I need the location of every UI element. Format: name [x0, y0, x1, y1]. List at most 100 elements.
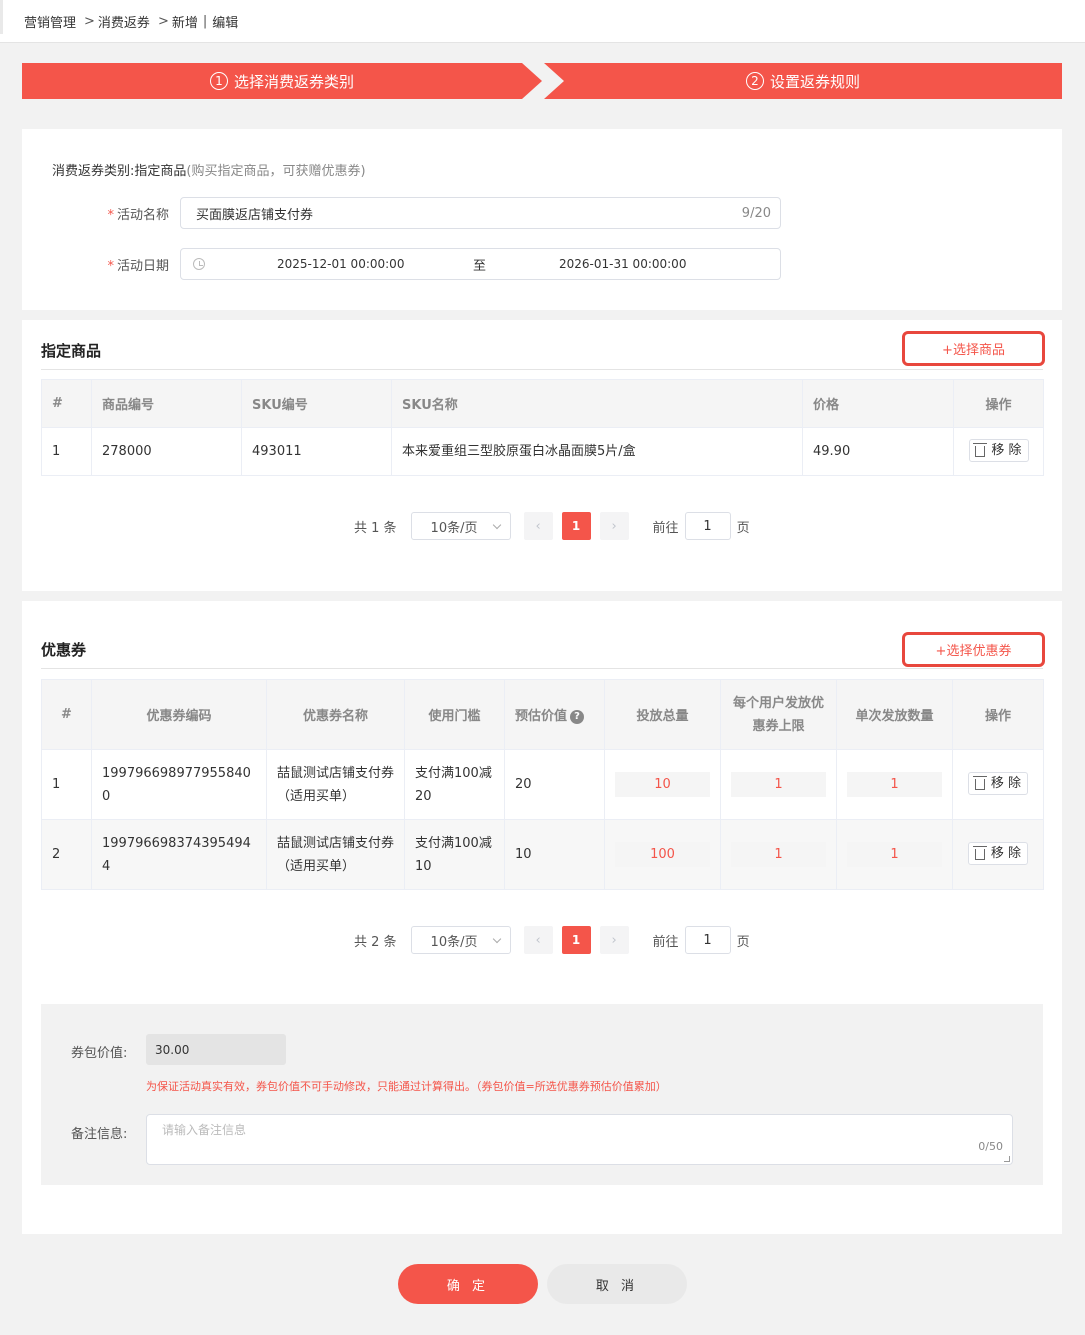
row-index: 1 [41, 427, 92, 476]
date-end[interactable]: 2026-01-31 00:00:00 [559, 257, 686, 271]
page-number-current[interactable]: 1 [561, 926, 591, 954]
per-issue-count-input[interactable]: 1 [847, 772, 942, 797]
coupon-name: 喆鼠测试店铺支付券（适用买单） [266, 819, 405, 890]
required-mark: * [107, 207, 114, 223]
breadcrumb-item-rebate[interactable]: 消费返券 [98, 12, 150, 31]
pagination-total: 共 2 条 [354, 934, 397, 950]
trash-icon [973, 443, 988, 457]
col-index: # [41, 379, 92, 428]
prev-page-button[interactable]: ‹ [523, 512, 553, 540]
goods-pagination: 共 1 条 10条/页 ‹ 1 › 前往 1 页 [354, 512, 750, 540]
step-label-1: 选择消费返券类别 [233, 72, 354, 91]
coupon-card: 优惠券 +选择优惠券 # 优惠券编码 优惠券名称 使用门槛 预估价值? 投放总量… [22, 601, 1062, 1234]
step-select-category[interactable]: 1 选择消费返券类别 [22, 63, 542, 99]
page-unit-label: 页 [736, 934, 750, 950]
page-size-select[interactable]: 10条/页 [410, 926, 511, 954]
table-row: 1 1997966989779558400 喆鼠测试店铺支付券（适用买单） 支付… [41, 749, 1044, 820]
coupon-name: 喆鼠测试店铺支付券（适用买单） [266, 749, 405, 820]
row-index: 2 [41, 819, 92, 890]
breadcrumb-item-new: 新增 [171, 15, 198, 31]
resize-handle-icon[interactable] [1004, 1156, 1010, 1162]
price: 49.90 [802, 427, 954, 476]
designated-goods-card: 指定商品 +选择商品 # 商品编号 SKU编号 SKU名称 价格 操作 1 27… [22, 320, 1062, 591]
row-index: 1 [41, 749, 92, 820]
remark-counter: 0/50 [978, 1140, 1003, 1153]
per-issue-count-cell: 1 [836, 819, 953, 890]
required-mark: * [107, 258, 114, 274]
package-value-field: 30.00 [146, 1034, 286, 1065]
activity-date-range-picker[interactable]: 2025-12-01 00:00:00 至 2026-01-31 00:00:0… [180, 248, 781, 280]
col-goods-no: 商品编号 [91, 379, 242, 428]
coupon-section-title: 优惠券 [41, 641, 87, 659]
pagination-total: 共 1 条 [354, 520, 397, 536]
remark-textarea[interactable] [147, 1115, 1012, 1164]
action-cell: 移 除 [953, 427, 1044, 476]
package-value-warning: 为保证活动真实有效，券包价值不可手动修改，只能通过计算得出。（券包价值=所选优惠… [146, 1080, 667, 1093]
step-number-1: 1 [209, 72, 228, 90]
col-total-amount: 投放总量 [604, 679, 721, 750]
step-number-2: 2 [745, 72, 764, 90]
rebate-type-label: 消费返券类别: [52, 164, 135, 179]
basic-info-card: 消费返券类别:指定商品(购买指定商品，可获赠优惠券) * 活动名称 买面膜返店铺支… [22, 129, 1062, 310]
goods-section-divider [41, 369, 1043, 370]
col-price: 价格 [802, 379, 954, 428]
col-sku-name: SKU名称 [391, 379, 803, 428]
table-row: 1 278000 493011 本来爱重组三型胶原蛋白冰晶面膜5片/盒 49.9… [41, 427, 1044, 476]
table-row: 2 1997966983743954944 喆鼠测试店铺支付券（适用买单） 支付… [41, 819, 1044, 890]
select-goods-label: +选择商品 [942, 343, 1005, 358]
coupon-estimated-value: 10 [504, 819, 605, 890]
page-size-select[interactable]: 10条/页 [410, 512, 511, 540]
remove-goods-button[interactable]: 移 除 [968, 439, 1029, 462]
col-estimated-value: 预估价值? [504, 679, 605, 750]
total-amount-cell: 100 [604, 819, 721, 890]
clock-icon [193, 258, 205, 270]
goto-page-input[interactable]: 1 [684, 512, 731, 540]
step-bar: 1 选择消费返券类别 2 设置返券规则 [22, 63, 1062, 99]
activity-date-label: * 活动日期 [107, 258, 169, 274]
select-coupon-button[interactable]: +选择优惠券 [902, 632, 1045, 667]
trash-icon [972, 776, 987, 790]
cancel-button[interactable]: 取 消 [547, 1264, 687, 1304]
remark-field: 0/50 [146, 1114, 1013, 1165]
step-set-rules[interactable]: 2 设置返券规则 [544, 63, 1062, 99]
confirm-button[interactable]: 确 定 [398, 1264, 538, 1304]
help-icon[interactable]: ? [570, 709, 585, 724]
prev-page-button[interactable]: ‹ [523, 926, 553, 954]
date-start[interactable]: 2025-12-01 00:00:00 [277, 257, 404, 271]
goods-table: # 商品编号 SKU编号 SKU名称 价格 操作 1 278000 493011… [41, 379, 1044, 476]
col-coupon-code: 优惠券编码 [91, 679, 267, 750]
next-page-button[interactable]: › [599, 512, 629, 540]
page-number-current[interactable]: 1 [561, 512, 591, 540]
remove-coupon-button[interactable]: 移 除 [968, 842, 1028, 865]
activity-date-row: * 活动日期 2025-12-01 00:00:00 至 2026-01-31 0… [52, 248, 781, 280]
col-index: # [41, 679, 92, 750]
activity-name-input[interactable]: 买面膜返店铺支付券 9/20 [180, 197, 781, 229]
coupon-table-header: # 优惠券编码 优惠券名称 使用门槛 预估价值? 投放总量 每个用户发放优惠券上… [41, 679, 1044, 750]
remove-coupon-button[interactable]: 移 除 [968, 772, 1028, 795]
page-unit-label: 页 [736, 520, 750, 536]
rebate-type-value: 指定商品 [134, 164, 187, 179]
per-user-limit-input[interactable]: 1 [731, 772, 826, 797]
select-goods-button[interactable]: +选择商品 [902, 331, 1045, 366]
activity-name-counter: 9/20 [741, 205, 771, 221]
next-page-button[interactable]: › [599, 926, 629, 954]
breadcrumb-item-marketing[interactable]: 营销管理 [24, 12, 76, 31]
goto-page-input[interactable]: 1 [684, 926, 731, 954]
col-action: 操作 [952, 679, 1044, 750]
col-per-issue-count: 单次发放数量 [836, 679, 953, 750]
per-issue-count-input[interactable]: 1 [847, 842, 942, 867]
coupon-threshold: 支付满100减20 [404, 749, 505, 820]
total-amount-cell: 10 [604, 749, 721, 820]
total-amount-input[interactable]: 10 [615, 772, 710, 797]
col-coupon-name: 优惠券名称 [266, 679, 405, 750]
per-user-limit-cell: 1 [720, 819, 837, 890]
goods-section-title: 指定商品 [41, 342, 102, 360]
per-user-limit-cell: 1 [720, 749, 837, 820]
per-user-limit-input[interactable]: 1 [731, 842, 826, 867]
goto-label: 前往 [652, 520, 679, 536]
activity-name-label: * 活动名称 [107, 207, 169, 223]
total-amount-input[interactable]: 100 [615, 842, 710, 867]
sku-no: 493011 [241, 427, 392, 476]
select-coupon-label: +选择优惠券 [935, 644, 1012, 659]
coupon-code: 1997966983743954944 [91, 819, 267, 890]
